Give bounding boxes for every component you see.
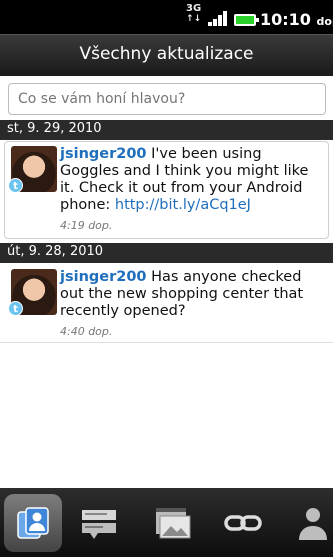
network-indicator: 3G ↑↓ (186, 3, 202, 25)
tab-photos[interactable] (144, 494, 202, 552)
people-icon (17, 507, 49, 539)
status-bar: 3G ↑↓ 10:10 dop. (0, 0, 333, 34)
tab-people[interactable] (4, 494, 62, 552)
messages-icon (82, 510, 116, 539)
feed[interactable]: st, 9. 29, 2010 t jsinger200 I've been u… (0, 120, 333, 488)
tab-messages[interactable] (70, 494, 128, 552)
feed-item[interactable]: t jsinger200 Has anyone checked out the … (4, 264, 329, 342)
photos-icon (156, 508, 191, 539)
clock-ampm: dop. (316, 15, 333, 28)
tweet-author[interactable]: jsinger200 (60, 146, 147, 162)
status-input[interactable] (8, 83, 326, 115)
battery-icon (234, 14, 259, 26)
link-icon (224, 515, 262, 531)
status-update-area (0, 76, 333, 120)
header: Všechny aktualizace (0, 34, 333, 76)
network-type: 3G (186, 3, 202, 14)
tweet-time: 4:19 dop. (60, 219, 113, 232)
tweet-body: jsinger200 I've been using Goggles and I… (60, 146, 320, 234)
clock: 10:10 dop. (260, 10, 333, 29)
page-title: Všechny aktualizace (79, 44, 254, 64)
divider (0, 342, 333, 343)
twitter-icon: t (8, 301, 23, 316)
date-header: út, 9. 28, 2010 (0, 243, 333, 263)
person-icon (299, 508, 327, 540)
twitter-icon: t (8, 178, 23, 193)
tweet-link[interactable]: http://bit.ly/aCq1eJ (115, 197, 251, 213)
clock-time: 10:10 (260, 10, 311, 29)
tweet-time: 4:40 dop. (60, 325, 113, 338)
signal-icon (208, 10, 230, 26)
feed-item[interactable]: t jsinger200 I've been using Goggles and… (4, 141, 329, 239)
tweet-body: jsinger200 Has anyone checked out the ne… (60, 269, 320, 340)
tweet-author[interactable]: jsinger200 (60, 269, 147, 285)
tab-profile[interactable] (283, 494, 333, 552)
date-header: st, 9. 29, 2010 (0, 120, 333, 140)
tab-bar (0, 488, 333, 557)
data-activity-icon: ↑↓ (186, 14, 202, 24)
tab-links[interactable] (214, 494, 272, 552)
